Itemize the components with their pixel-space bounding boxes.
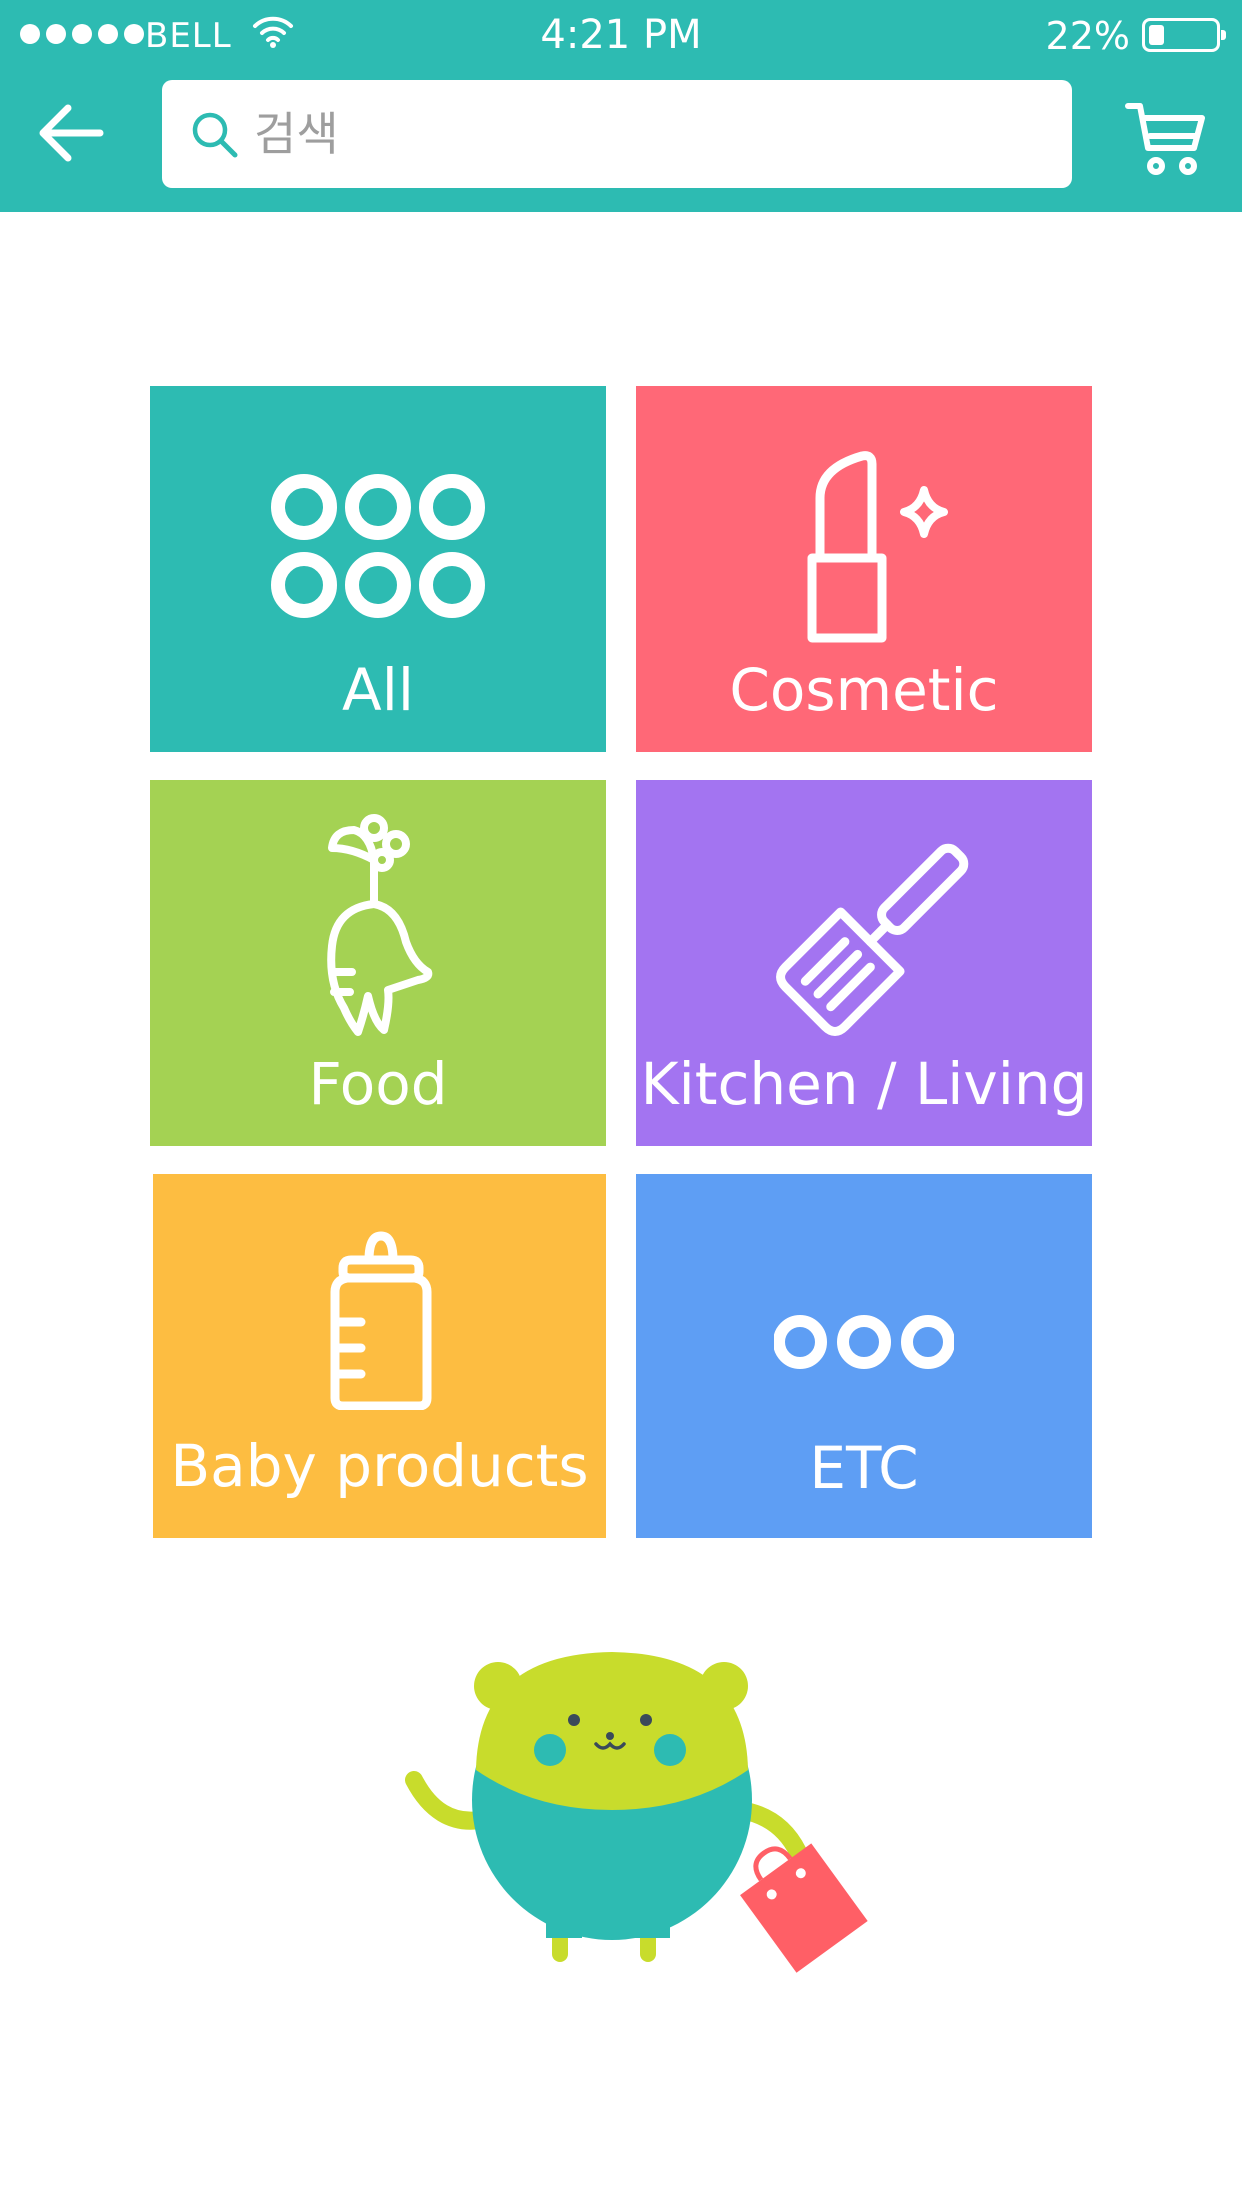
six-circles-icon xyxy=(271,474,485,618)
category-tile-food[interactable]: Food xyxy=(150,780,606,1146)
cart-button[interactable] xyxy=(1124,96,1208,180)
baby-bottle-icon xyxy=(330,1231,432,1410)
battery-percentage: 22% xyxy=(1045,14,1130,58)
spatula-icon xyxy=(776,843,969,1036)
shopping-cart-icon xyxy=(1125,103,1205,175)
category-label-kitchen-living: Kitchen / Living xyxy=(640,1050,1088,1118)
category-label-food: Food xyxy=(308,1050,448,1118)
search-input[interactable] xyxy=(254,102,1034,166)
category-label-baby-products: Baby products xyxy=(170,1432,589,1500)
search-icon xyxy=(192,112,238,158)
three-circles-icon xyxy=(774,1315,954,1369)
category-label-etc: ETC xyxy=(809,1434,919,1502)
lipstick-icon xyxy=(807,451,948,643)
category-label-all: All xyxy=(342,656,414,724)
category-tile-baby-products[interactable]: Baby products xyxy=(153,1174,606,1538)
category-tile-cosmetic[interactable]: Cosmetic xyxy=(636,386,1092,752)
back-button[interactable] xyxy=(36,96,110,170)
category-tile-etc[interactable]: ETC xyxy=(636,1174,1092,1538)
arrow-left-icon xyxy=(39,104,104,162)
category-label-cosmetic: Cosmetic xyxy=(729,656,999,724)
category-tile-all[interactable]: All xyxy=(150,386,606,752)
battery-icon xyxy=(1142,18,1226,52)
search-bar[interactable] xyxy=(162,80,1072,188)
status-bar: BELL 4:21 PM 22% xyxy=(0,0,1242,70)
category-tile-kitchen-living[interactable]: Kitchen / Living xyxy=(636,780,1092,1146)
bear-mascot-illustration xyxy=(405,1652,868,1973)
top-bar: BELL 4:21 PM 22% xyxy=(0,0,1242,212)
radish-icon xyxy=(327,814,433,1036)
